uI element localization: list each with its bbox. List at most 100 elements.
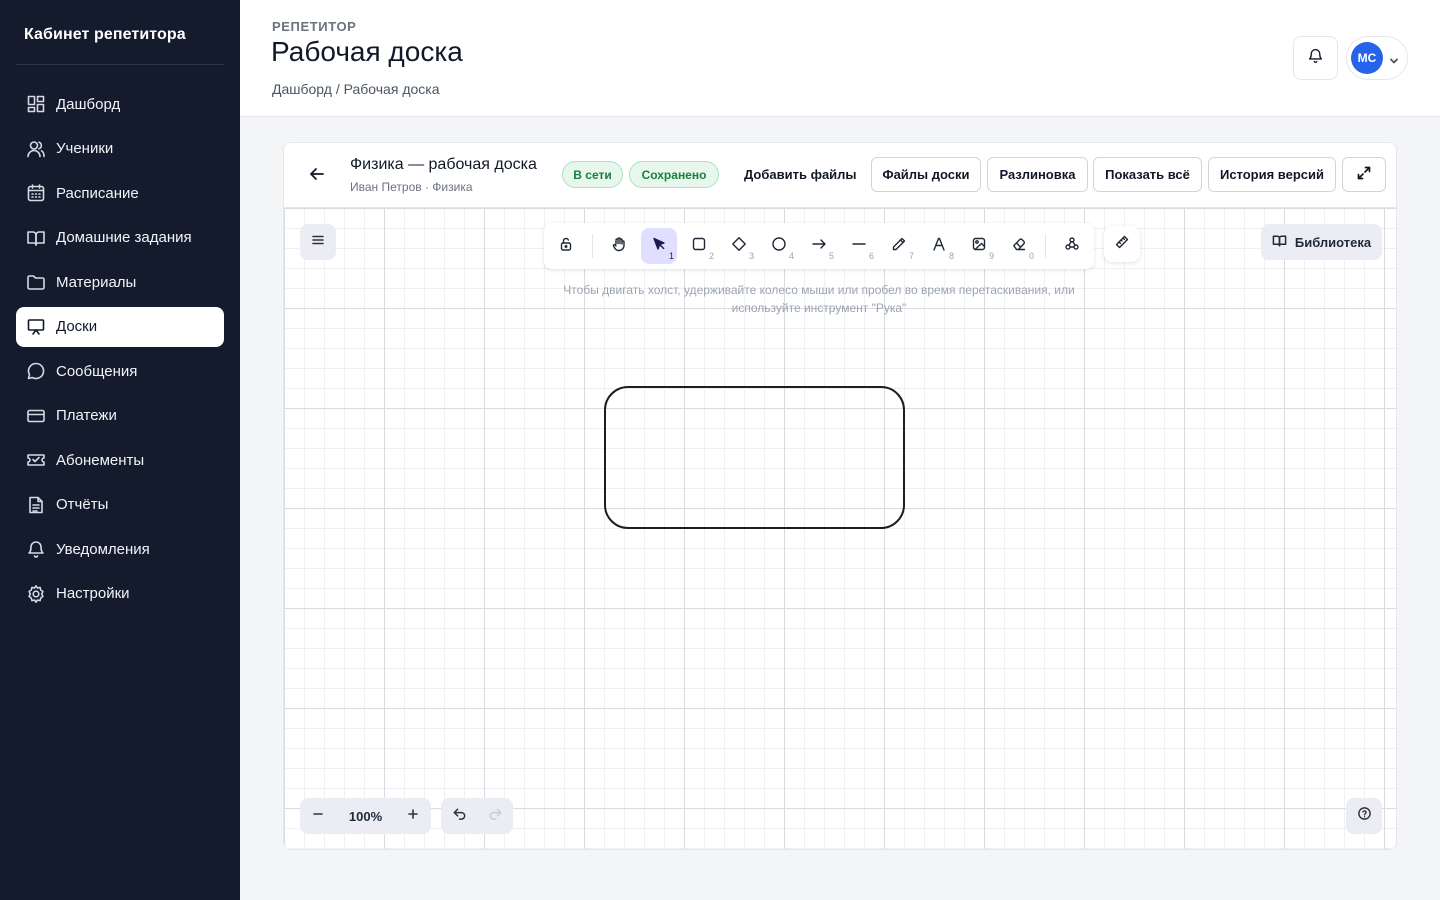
tool-key: 7: [908, 251, 914, 261]
toolbar-divider: [1045, 234, 1046, 258]
bell-icon: [26, 539, 46, 559]
show-all-button[interactable]: Показать всё: [1093, 157, 1202, 192]
tool-key: 6: [868, 251, 874, 261]
sidebar-item-settings[interactable]: Настройки: [16, 574, 224, 614]
rectangle-icon: [691, 236, 707, 257]
sidebar-item-schedule[interactable]: Расписание: [16, 173, 224, 213]
tool-pointer[interactable]: 1: [641, 228, 677, 264]
plus-icon: [406, 807, 420, 826]
shapes-icon: [1064, 236, 1080, 257]
pencil-icon: [891, 236, 907, 257]
rectangle-shape[interactable]: [604, 386, 905, 529]
tool-diamond[interactable]: 3: [721, 228, 757, 264]
sidebar-item-label: Настройки: [56, 585, 130, 602]
sidebar-item-notifications[interactable]: Уведомления: [16, 529, 224, 569]
user-menu-button[interactable]: МС: [1346, 36, 1408, 80]
status-badge-online: В сети: [562, 161, 623, 188]
zoom-in-button[interactable]: [395, 798, 431, 834]
sidebar-item-boards[interactable]: Доски: [16, 306, 224, 347]
sidebar-item-label: Платежи: [56, 407, 117, 424]
back-button[interactable]: [306, 165, 328, 187]
sidebar-item-label: Доски: [56, 318, 98, 335]
board-toolbar: Физика — рабочая доска Иван Петров · Физ…: [284, 143, 1396, 208]
add-files-button[interactable]: Добавить файлы: [734, 158, 867, 191]
ruler-tool-button[interactable]: [1104, 226, 1140, 262]
sidebar-item-label: Абонементы: [56, 451, 145, 469]
zoom-level[interactable]: 100%: [336, 809, 395, 824]
tool-image[interactable]: 9: [961, 228, 997, 264]
tool-line[interactable]: 6: [841, 228, 877, 264]
help-button[interactable]: [1346, 798, 1382, 834]
bell-icon: [1307, 47, 1324, 69]
sidebar-item-label: Дашборд: [56, 95, 121, 113]
page-eyebrow: РЕПЕТИТОР: [272, 19, 357, 34]
undo-icon: [452, 806, 467, 826]
sidebar-item-messages[interactable]: Сообщения: [16, 351, 224, 391]
lining-button[interactable]: Разлиновка: [987, 157, 1088, 192]
eraser-icon: [1011, 236, 1027, 257]
brand-title: Кабинет репетитора: [24, 26, 186, 43]
version-history-button[interactable]: История версий: [1208, 157, 1336, 192]
credit-card-icon: [26, 406, 46, 426]
status-badge-saved: Сохранено: [629, 161, 719, 188]
zoom-out-button[interactable]: [300, 798, 336, 834]
tool-arrow[interactable]: 5: [801, 228, 837, 264]
tool-hand[interactable]: [601, 228, 637, 264]
chat-icon: [26, 361, 46, 381]
tool-key: 9: [988, 251, 994, 261]
zoom-controls: 100%: [300, 798, 431, 834]
tool-eraser[interactable]: 0: [1001, 228, 1037, 264]
sidebar-item-label: Материалы: [56, 273, 137, 291]
tool-lock[interactable]: [548, 228, 584, 264]
canvas-hint: Чтобы двигать холст, удерживайте колесо …: [563, 283, 1075, 315]
arrow-left-icon: [308, 165, 326, 188]
sidebar-item-dashboard[interactable]: Дашборд: [16, 84, 224, 124]
redo-icon: [488, 806, 503, 826]
board-subtitle: Иван Петров · Физика: [350, 180, 473, 194]
history-controls: [441, 798, 513, 834]
sidebar-item-students[interactable]: Ученики: [16, 129, 224, 169]
sidebar-item-label: Уведомления: [56, 540, 150, 558]
tool-key: 8: [948, 251, 954, 261]
tool-key: 5: [828, 251, 834, 261]
lock-icon: [558, 236, 574, 257]
tool-pencil[interactable]: 7: [881, 228, 917, 264]
book-icon: [26, 228, 46, 248]
undo-button[interactable]: [441, 798, 477, 834]
sidebar-item-materials[interactable]: Материалы: [16, 262, 224, 302]
tool-shapes[interactable]: [1054, 228, 1090, 264]
line-icon: [851, 236, 867, 257]
hamburger-icon: [310, 232, 326, 253]
fullscreen-button[interactable]: [1342, 157, 1386, 192]
chevron-down-icon: [1389, 53, 1399, 64]
whiteboard-panel: Физика — рабочая доска Иван Петров · Физ…: [283, 142, 1397, 850]
sidebar-item-homework[interactable]: Домашние задания: [16, 218, 224, 258]
redo-button[interactable]: [477, 798, 513, 834]
tool-key: 4: [788, 251, 794, 261]
canvas-menu-button[interactable]: [300, 224, 336, 260]
hand-icon: [611, 236, 627, 257]
breadcrumb[interactable]: Дашборд / Рабочая доска: [272, 81, 440, 97]
avatar: МС: [1351, 42, 1383, 74]
users-icon: [26, 139, 46, 159]
drawing-canvas[interactable]: 1 2 3 4 5 6 7 8 9 0 Чтобы двигать холст,…: [284, 208, 1396, 849]
minus-icon: [311, 807, 325, 826]
tool-text[interactable]: 8: [921, 228, 957, 264]
library-button[interactable]: Библиотека: [1261, 224, 1382, 260]
library-label: Библиотека: [1294, 234, 1372, 250]
image-icon: [971, 236, 987, 257]
sidebar-item-reports[interactable]: Отчёты: [16, 485, 224, 525]
sidebar-item-payments[interactable]: Платежи: [16, 396, 224, 436]
tool-key: 2: [708, 251, 714, 261]
sidebar-item-subscriptions[interactable]: Абонементы: [16, 440, 224, 480]
notifications-button[interactable]: [1293, 36, 1338, 80]
tool-rectangle[interactable]: 2: [681, 228, 717, 264]
presentation-icon: [26, 317, 46, 337]
page-title: Рабочая доска: [271, 36, 463, 67]
tool-ellipse[interactable]: 4: [761, 228, 797, 264]
board-files-button[interactable]: Файлы доски: [871, 157, 981, 192]
arrow-icon: [811, 236, 827, 257]
ticket-icon: [26, 450, 46, 470]
help-icon: [1357, 806, 1372, 826]
sidebar-item-label: Отчёты: [56, 496, 109, 513]
